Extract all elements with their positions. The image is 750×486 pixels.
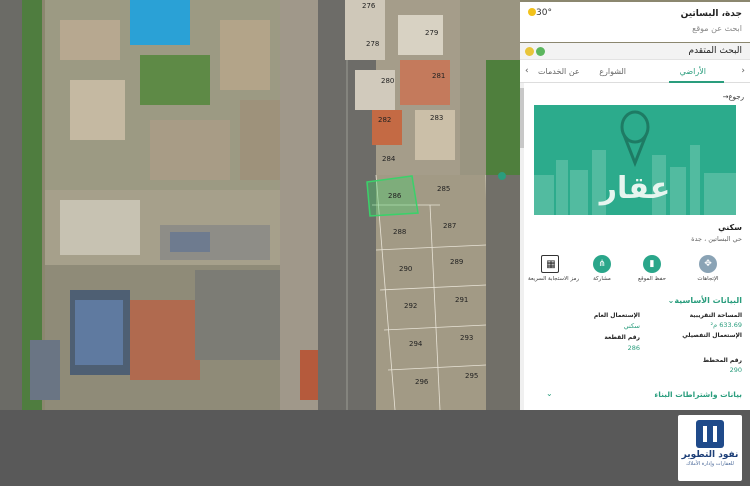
parcel-label: 284 <box>382 155 396 163</box>
parcel-label: 283 <box>430 114 443 122</box>
scrollbar-thumb[interactable] <box>520 88 524 148</box>
parcel-label: 278 <box>366 40 379 48</box>
tab-services[interactable]: البحث عن الخدمات <box>538 67 582 76</box>
qr-code-icon: ▦ <box>541 255 559 273</box>
parcel-number-label: رقم القطعة <box>604 334 640 341</box>
general-use-value: سكني <box>623 322 640 330</box>
panel-title: البحث المتقدم <box>688 46 742 56</box>
logo-tagline: للعقارات وإدارة الأملاك <box>686 461 734 467</box>
property-type: سكني <box>718 223 742 232</box>
chevron-down-icon[interactable]: ⌄ <box>546 389 553 398</box>
back-label: رجوع <box>728 93 744 101</box>
qr-code-button[interactable]: ▦ رمز الاستجابة السريعة <box>528 255 580 282</box>
basic-data-title: البيانات الأساسية <box>674 296 742 305</box>
parcel-label: 285 <box>437 185 450 193</box>
directions-icon: ✥ <box>699 255 717 273</box>
back-button[interactable]: رجوع→ <box>720 93 744 101</box>
aqar-banner: عقار <box>534 105 736 215</box>
weather-indicator: 30° <box>526 8 552 18</box>
directions-button[interactable]: ✥ الإتجاهات <box>686 255 730 282</box>
area-value: 633.69 م² <box>710 321 742 329</box>
location-pin-icon <box>620 110 650 168</box>
parcel-label: 279 <box>425 29 438 37</box>
share-button[interactable]: ⋔ مشاركة <box>580 255 624 282</box>
aqar-logo-text: عقار <box>599 171 671 206</box>
parcel-label: 290 <box>399 265 412 273</box>
parcel-label: 293 <box>460 334 473 342</box>
logo-name: نفود التطوير <box>681 450 739 460</box>
save-label: حفظ الموقع <box>638 276 666 282</box>
save-location-button[interactable]: ▮ حفظ الموقع <box>630 255 674 282</box>
footer-bar <box>0 410 750 486</box>
detail-use-label: الإستعمال التفصيلي <box>682 332 742 339</box>
qr-label: رمز الاستجابة السريعة <box>528 276 580 282</box>
bookmark-icon: ▮ <box>643 255 661 273</box>
parcel-label: 288 <box>393 228 406 236</box>
search-input[interactable]: ابحث عن موقع <box>692 24 742 33</box>
directions-label: الإتجاهات <box>697 276 719 282</box>
parcel-number-value: 286 <box>627 344 640 352</box>
map-pin-icon[interactable] <box>498 172 506 180</box>
parcel-label: 289 <box>450 258 463 266</box>
parcel-label: 296 <box>415 378 429 386</box>
sun-icon <box>528 8 536 16</box>
location-search-box[interactable]: جدة، البساتين ابحث عن موقع 30° <box>520 2 750 42</box>
parcel-label: 291 <box>455 296 468 304</box>
logo-mark-icon <box>696 420 724 448</box>
active-tab-indicator <box>669 81 724 83</box>
parcel-label: 282 <box>378 116 391 124</box>
parcel-label: 286 <box>388 192 402 200</box>
share-label: مشاركة <box>593 276 611 282</box>
general-use-label: الإستعمال العام <box>593 312 640 319</box>
minimize-button[interactable] <box>525 47 534 56</box>
property-location: حي البساتين ، جدة <box>691 235 742 243</box>
parcel-label: 281 <box>432 72 445 80</box>
parcel-label: 292 <box>404 302 417 310</box>
building-requirements-heading[interactable]: بيانات واشتراطات البناء <box>654 390 742 399</box>
basic-data-heading[interactable]: البيانات الأساسية⌄ <box>665 296 742 305</box>
panel-tabs: ‹ البحث عن الخدمات الشوارع الأراضي › <box>520 61 750 83</box>
area-label: المساحة التقريبية <box>689 312 742 319</box>
parcel-label: 294 <box>409 340 423 348</box>
chevron-left-icon[interactable]: ‹ <box>525 66 529 76</box>
parcel-label: 287 <box>443 222 456 230</box>
screen: 276 278 279 280 281 282 283 284 285 286 … <box>0 0 750 486</box>
expand-button[interactable] <box>536 47 545 56</box>
parcel-label: 280 <box>381 77 394 85</box>
tab-streets[interactable]: الشوارع <box>599 67 626 76</box>
parcel-label: 276 <box>362 2 376 10</box>
advanced-search-panel: البحث المتقدم ‹ البحث عن الخدمات الشوارع… <box>520 43 750 410</box>
plan-number-label: رقم المخطط <box>702 357 742 364</box>
share-icon: ⋔ <box>593 255 611 273</box>
tab-lands[interactable]: الأراضي <box>680 67 706 76</box>
company-logo: نفود التطوير للعقارات وإدارة الأملاك <box>678 415 742 481</box>
current-location: جدة، البساتين <box>680 9 742 19</box>
parcel-label: 295 <box>465 372 478 380</box>
chevron-right-icon[interactable]: › <box>741 66 745 76</box>
temperature: 30° <box>536 8 552 18</box>
panel-header: البحث المتقدم <box>520 43 750 60</box>
plan-number-value: 290 <box>729 366 742 374</box>
